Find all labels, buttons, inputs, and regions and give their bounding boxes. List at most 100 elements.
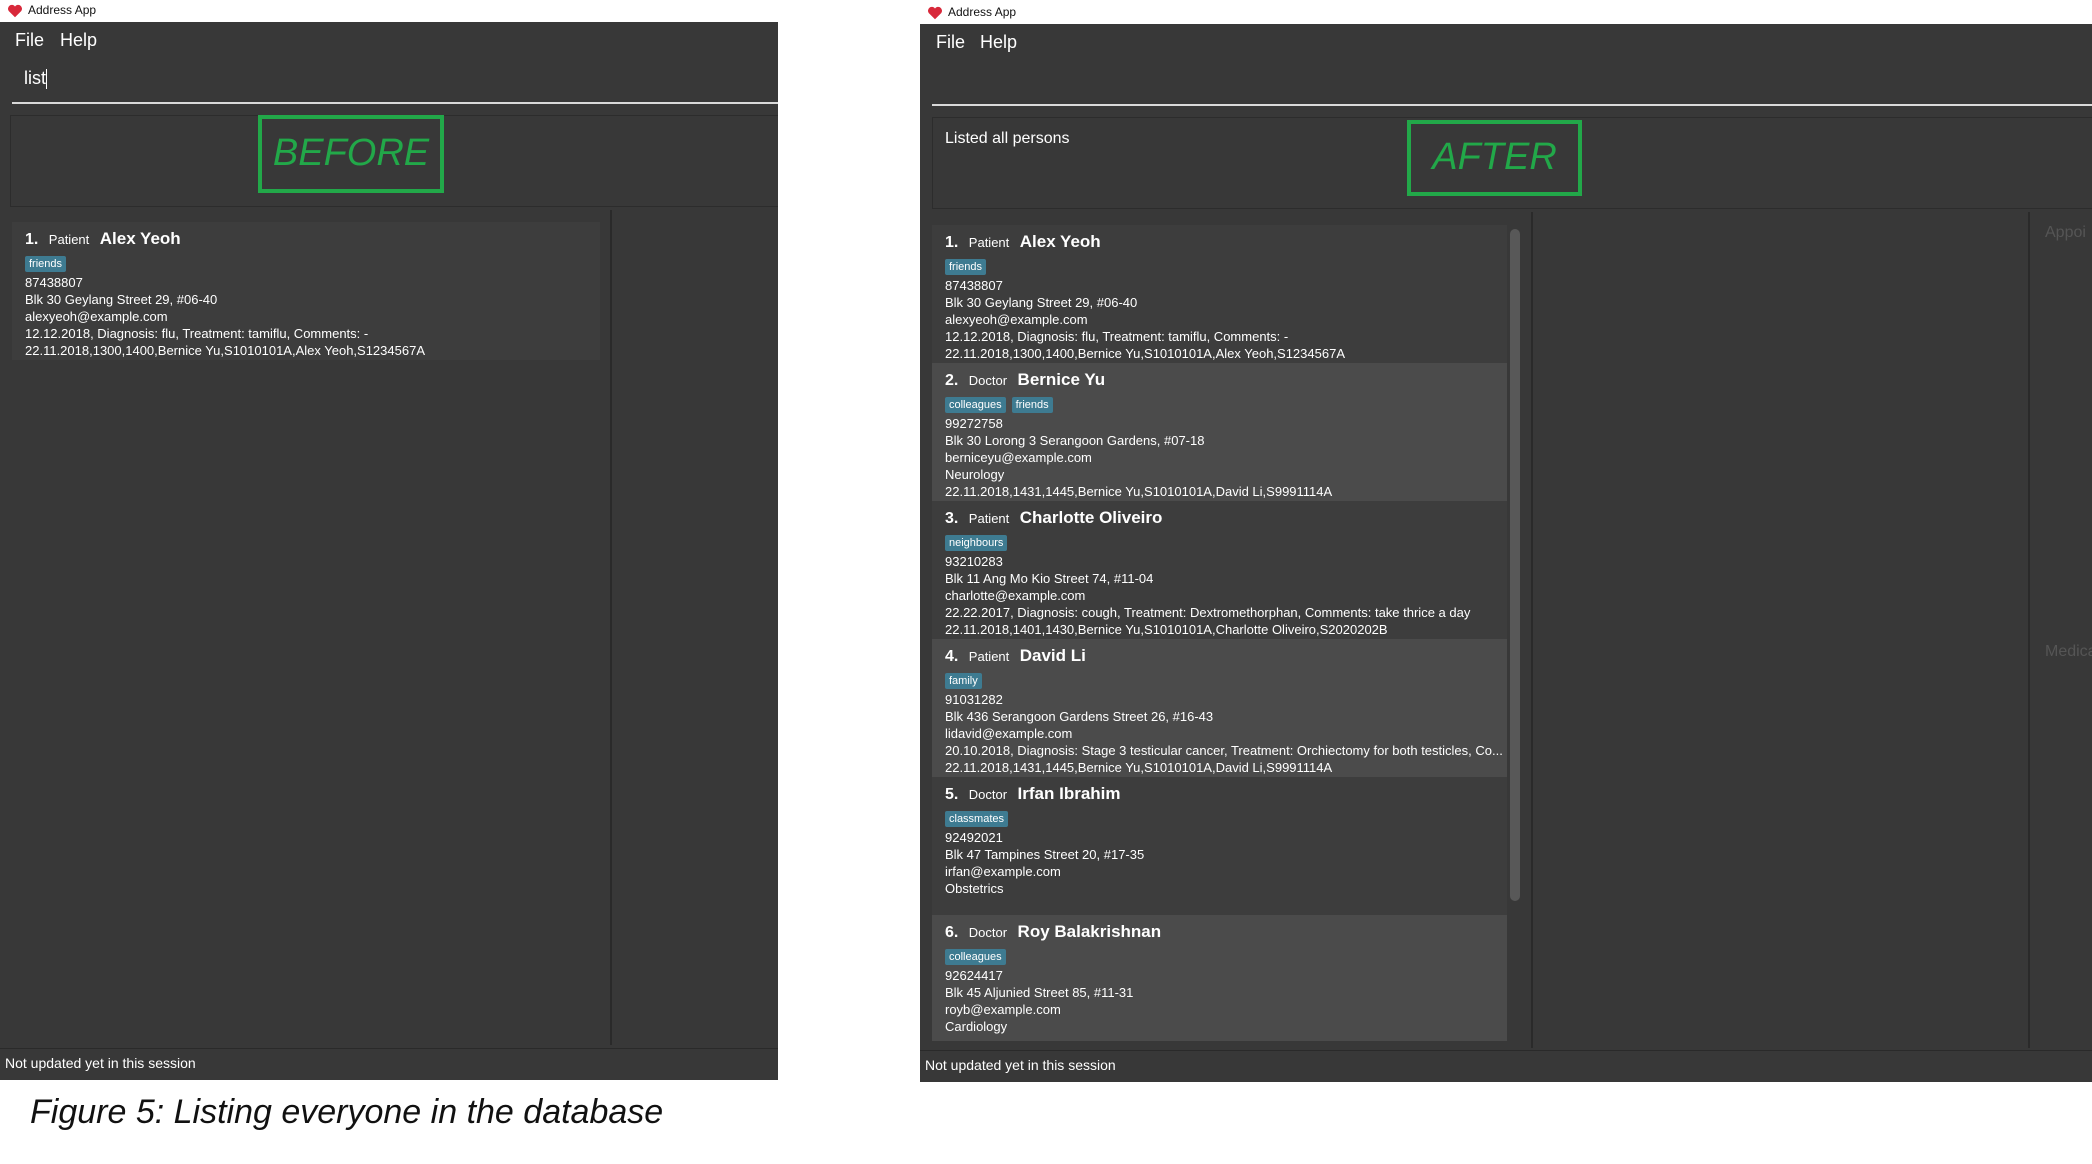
person-index: 1.	[945, 234, 959, 251]
command-box[interactable]	[932, 60, 2092, 106]
title-bar: Address App	[0, 0, 778, 22]
person-card[interactable]: 4. Patient David Li family 91031282 Blk …	[932, 639, 1507, 777]
person-email: berniceyu@example.com	[945, 450, 1092, 465]
person-appointment: 22.11.2018,1401,1430,Bernice Yu,S1010101…	[945, 622, 1388, 637]
person-card[interactable]: 2. Doctor Bernice Yu colleagues friends 9…	[932, 363, 1507, 501]
person-specialisation: Neurology	[945, 467, 1005, 482]
panel-divider	[610, 210, 612, 1045]
person-phone: 93210283	[945, 554, 1003, 569]
after-stamp: AFTER	[1407, 120, 1582, 196]
person-type: Doctor	[968, 787, 1008, 802]
person-card[interactable]: 6. Doctor Roy Balakrishnan colleagues 92…	[932, 915, 1507, 1041]
person-email: alexyeoh@example.com	[25, 309, 168, 324]
tag: colleagues	[945, 949, 1006, 965]
person-type: Patient	[48, 232, 90, 247]
person-card[interactable]: 5. Doctor Irfan Ibrahim classmates 92492…	[932, 777, 1507, 915]
person-specialisation: Cardiology	[945, 1019, 1008, 1034]
person-phone: 87438807	[945, 278, 1003, 293]
person-address: Blk 30 Geylang Street 29, #06-40	[945, 295, 1138, 310]
after-window: Address App File Help Listed all persons…	[920, 2, 2092, 1082]
command-box[interactable]: list	[12, 58, 778, 104]
person-appointment: 22.11.2018,1300,1400,Bernice Yu,S1010101…	[25, 343, 425, 358]
tag-list: friends	[25, 254, 72, 272]
person-list-panel: 1. Patient Alex Yeoh friends 87438807 Bl…	[0, 215, 610, 1045]
person-address: Blk 30 Geylang Street 29, #06-40	[25, 292, 218, 307]
tag-list: colleagues	[945, 947, 1012, 965]
title-bar: Address App	[920, 2, 2092, 24]
person-appointment: 22.11.2018,1300,1400,Bernice Yu,S1010101…	[945, 346, 1345, 361]
window-title: Address App	[948, 5, 1017, 19]
window-title: Address App	[28, 3, 97, 17]
person-phone: 99272758	[945, 416, 1003, 431]
text-caret	[46, 69, 47, 90]
menu-file[interactable]: File	[15, 30, 44, 51]
panel-divider	[2028, 212, 2030, 1048]
status-bar: Not updated yet in this session	[920, 1050, 2092, 1081]
person-address: Blk 11 Ang Mo Kio Street 74, #11-04	[945, 571, 1154, 586]
person-specialisation: Obstetrics	[945, 881, 1004, 896]
menu-help[interactable]: Help	[980, 32, 1017, 53]
list-scrollbar[interactable]	[1510, 229, 1520, 901]
person-index: 2.	[945, 372, 959, 389]
person-email: royb@example.com	[945, 1002, 1061, 1017]
tag-list: neighbours	[945, 533, 1013, 551]
person-medical-record: 22.22.2017, Diagnosis: cough, Treatment:…	[945, 605, 1471, 620]
person-medical-record: 20.10.2018, Diagnosis: Stage 3 testicula…	[945, 743, 1503, 758]
person-name: Roy Balakrishnan	[1017, 922, 1162, 941]
person-medical-record: 12.12.2018, Diagnosis: flu, Treatment: t…	[945, 329, 1289, 344]
person-type: Doctor	[968, 925, 1008, 940]
menu-bar: File Help	[0, 22, 778, 58]
tag-list: classmates	[945, 809, 1014, 827]
person-appointment: 22.11.2018,1431,1445,Bernice Yu,S1010101…	[945, 760, 1333, 775]
heart-icon	[7, 4, 23, 18]
person-index: 1.	[25, 231, 39, 248]
person-phone: 92492021	[945, 830, 1003, 845]
tag-list: friends	[945, 257, 992, 275]
person-card[interactable]: 1. Patient Alex Yeoh friends 87438807 Bl…	[932, 225, 1507, 363]
person-phone: 87438807	[25, 275, 83, 290]
tag: classmates	[945, 811, 1009, 827]
person-index: 4.	[945, 648, 959, 665]
result-message: Listed all persons	[945, 130, 1070, 147]
person-name: David Li	[1019, 646, 1086, 665]
figure-caption: Figure 5: Listing everyone in the databa…	[30, 1093, 664, 1131]
person-index: 3.	[945, 510, 959, 527]
person-name: Bernice Yu	[1017, 370, 1106, 389]
menu-bar: File Help	[920, 24, 2092, 60]
person-list-panel: 1. Patient Alex Yeoh friends 87438807 Bl…	[920, 217, 1520, 1047]
person-address: Blk 436 Serangoon Gardens Street 26, #16…	[945, 709, 1214, 724]
tag: friends	[945, 259, 987, 275]
person-type: Patient	[968, 511, 1010, 526]
person-phone: 92624417	[945, 968, 1003, 983]
person-card[interactable]: 1. Patient Alex Yeoh friends 87438807 Bl…	[12, 222, 600, 360]
status-text: Not updated yet in this session	[925, 1057, 1116, 1073]
tag: friends	[1011, 397, 1053, 413]
before-window: Address App File Help list BEFORE 1. Pat…	[0, 0, 778, 1080]
person-email: irfan@example.com	[945, 864, 1061, 879]
menu-file[interactable]: File	[936, 32, 965, 53]
panel-divider	[1531, 212, 1533, 1048]
heart-icon	[927, 6, 943, 20]
person-index: 6.	[945, 924, 959, 941]
status-bar: Not updated yet in this session	[0, 1048, 778, 1079]
tag-list: colleagues friends	[945, 395, 1059, 413]
person-card[interactable]: 3. Patient Charlotte Oliveiro neighbours…	[932, 501, 1507, 639]
person-medical-record: 12.12.2018, Diagnosis: flu, Treatment: t…	[25, 326, 369, 341]
person-type: Doctor	[968, 373, 1008, 388]
tag: neighbours	[945, 535, 1008, 551]
appointments-panel-label: Appoi	[2045, 224, 2086, 241]
tag-list: family	[945, 671, 988, 689]
menu-help[interactable]: Help	[60, 30, 97, 51]
tag: friends	[25, 256, 67, 272]
person-type: Patient	[968, 235, 1010, 250]
person-appointment: 22.11.2018,1431,1445,Bernice Yu,S1010101…	[945, 484, 1333, 499]
tag: family	[945, 673, 982, 689]
person-phone: 91031282	[945, 692, 1003, 707]
medical-panel-label: Medica	[2045, 643, 2092, 660]
status-text: Not updated yet in this session	[5, 1055, 196, 1071]
tag: colleagues	[945, 397, 1006, 413]
person-email: charlotte@example.com	[945, 588, 1086, 603]
command-input[interactable]: list	[24, 68, 46, 88]
person-name: Charlotte Oliveiro	[1019, 508, 1163, 527]
person-name: Alex Yeoh	[99, 229, 181, 248]
